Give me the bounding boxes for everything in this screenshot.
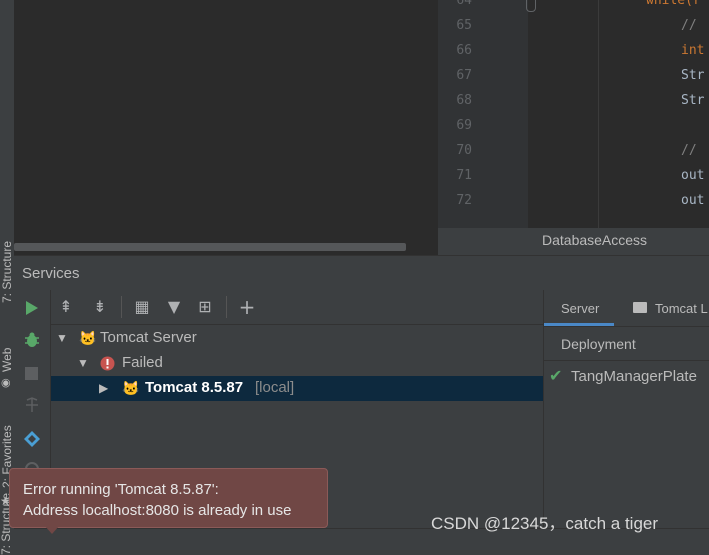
check-icon: ✔ <box>549 366 563 385</box>
collapse-all-icon[interactable]: ⇟ <box>89 296 111 318</box>
tomcat-instance-icon: 🐱 <box>122 380 140 396</box>
code-text: // <box>681 143 705 158</box>
expand-all-icon[interactable]: ⇞ <box>55 296 77 318</box>
structure-tab-label: 7: Structure <box>0 240 14 303</box>
debug-icon[interactable] <box>24 332 40 348</box>
line-number: 67 <box>456 68 472 83</box>
stop-icon[interactable] <box>25 367 38 380</box>
line-number: 69 <box>456 118 472 133</box>
watermark: CSDN @12345，catch a tiger <box>431 514 659 533</box>
code-line: 67 Str <box>438 68 709 93</box>
add-icon[interactable]: + <box>236 296 258 318</box>
editor-left-pane <box>14 0 438 255</box>
tree-node-tomcat-server[interactable]: ▼ 🐱 Tomcat Server <box>51 326 543 351</box>
new-service-icon[interactable]: ⊞ <box>194 296 216 318</box>
services-title: Services <box>22 265 80 282</box>
code-text: Str <box>681 93 705 108</box>
error-line-2: Address localhost:8080 is already in use <box>23 502 292 519</box>
filter-icon[interactable]: ▼ <box>163 296 185 318</box>
code-text: while(r <box>646 0 701 8</box>
expand-arrow-icon[interactable]: ▼ <box>77 356 89 370</box>
line-number: 68 <box>456 93 472 108</box>
error-message: Error running 'Tomcat 8.5.87': Address l… <box>23 479 292 521</box>
code-text: Str <box>681 68 705 83</box>
tab-server[interactable]: Server <box>561 301 599 316</box>
code-text: out <box>681 168 705 183</box>
tree-node-tomcat-instance[interactable]: ▶ 🐱 Tomcat 8.5.87 [local] <box>51 376 543 401</box>
services-header: Services <box>14 255 709 290</box>
deployment-header: Deployment <box>544 326 709 361</box>
web-tab-label: Web <box>0 347 14 372</box>
line-number: 70 <box>456 143 472 158</box>
notification-pointer <box>44 525 60 534</box>
structure-tab[interactable]: 7: Structure <box>0 228 14 306</box>
code-text: // <box>681 18 705 33</box>
artifact-label: TangManagerPlate <box>571 368 697 385</box>
error-icon <box>100 356 115 371</box>
tree-label-root: Tomcat Server <box>100 329 197 346</box>
line-number: 66 <box>456 43 472 58</box>
line-number: 65 <box>456 18 472 33</box>
web-tab[interactable]: Web ◉ <box>0 340 14 396</box>
code-editor[interactable]: 64 while(r 65 // 66 int 67 Str 68 Str 69 70 // 71 ou… <box>438 0 709 228</box>
code-line: 68 Str <box>438 93 709 118</box>
run-icon[interactable] <box>25 301 39 315</box>
code-line: 71 out <box>438 168 709 193</box>
collapse-arrow-icon[interactable]: ▶ <box>99 381 108 395</box>
code-line: 64 while(r <box>438 0 709 18</box>
tree-label-failed: Failed <box>122 354 163 371</box>
code-line: 66 int <box>438 43 709 68</box>
tab-tomcat-log[interactable]: Tomcat L <box>655 301 708 316</box>
toolbar-separator <box>121 296 122 318</box>
tree-label-instance-suffix: [local] <box>255 379 295 396</box>
horizontal-scrollbar[interactable] <box>14 243 406 251</box>
service-details-panel: Server Tomcat L Deployment ✔ TangManager… <box>543 290 709 540</box>
code-line: 69 <box>438 118 709 143</box>
group-by-icon[interactable]: ▦ <box>131 296 153 318</box>
deployment-label: Deployment <box>561 336 636 352</box>
line-number: 64 <box>456 0 472 8</box>
services-toolbar: ⇞ ⇟ ▦ ▼ ⊞ + <box>51 290 543 325</box>
redeploy-icon[interactable] <box>23 396 41 414</box>
details-tabs: Server Tomcat L <box>544 290 709 327</box>
line-number: 71 <box>456 168 472 183</box>
expand-arrow-icon[interactable]: ▼ <box>56 331 68 345</box>
tomcat-icon: 🐱 <box>79 330 97 346</box>
code-text: int <box>681 43 705 58</box>
tree-label-instance: Tomcat 8.5.87 <box>145 379 244 396</box>
error-line-1: Error running 'Tomcat 8.5.87': <box>23 481 219 498</box>
error-notification[interactable]: Error running 'Tomcat 8.5.87': Address l… <box>9 468 328 528</box>
globe-icon: ◉ <box>1 376 11 389</box>
line-number: 72 <box>456 193 472 208</box>
toolbar-separator <box>226 296 227 318</box>
code-line: 65 // <box>438 18 709 43</box>
editor-file-tab[interactable]: DatabaseAccess <box>542 232 647 248</box>
editor-tab-strip: DatabaseAccess <box>438 228 709 255</box>
code-line: 72 out <box>438 193 709 218</box>
code-text: out <box>681 193 705 208</box>
artifact-row[interactable]: ✔ TangManagerPlate <box>544 364 709 390</box>
deploy-icon[interactable] <box>23 430 41 448</box>
code-line: 70 // <box>438 143 709 168</box>
console-icon <box>633 302 647 313</box>
tree-node-failed[interactable]: ▼ Failed <box>51 351 543 376</box>
